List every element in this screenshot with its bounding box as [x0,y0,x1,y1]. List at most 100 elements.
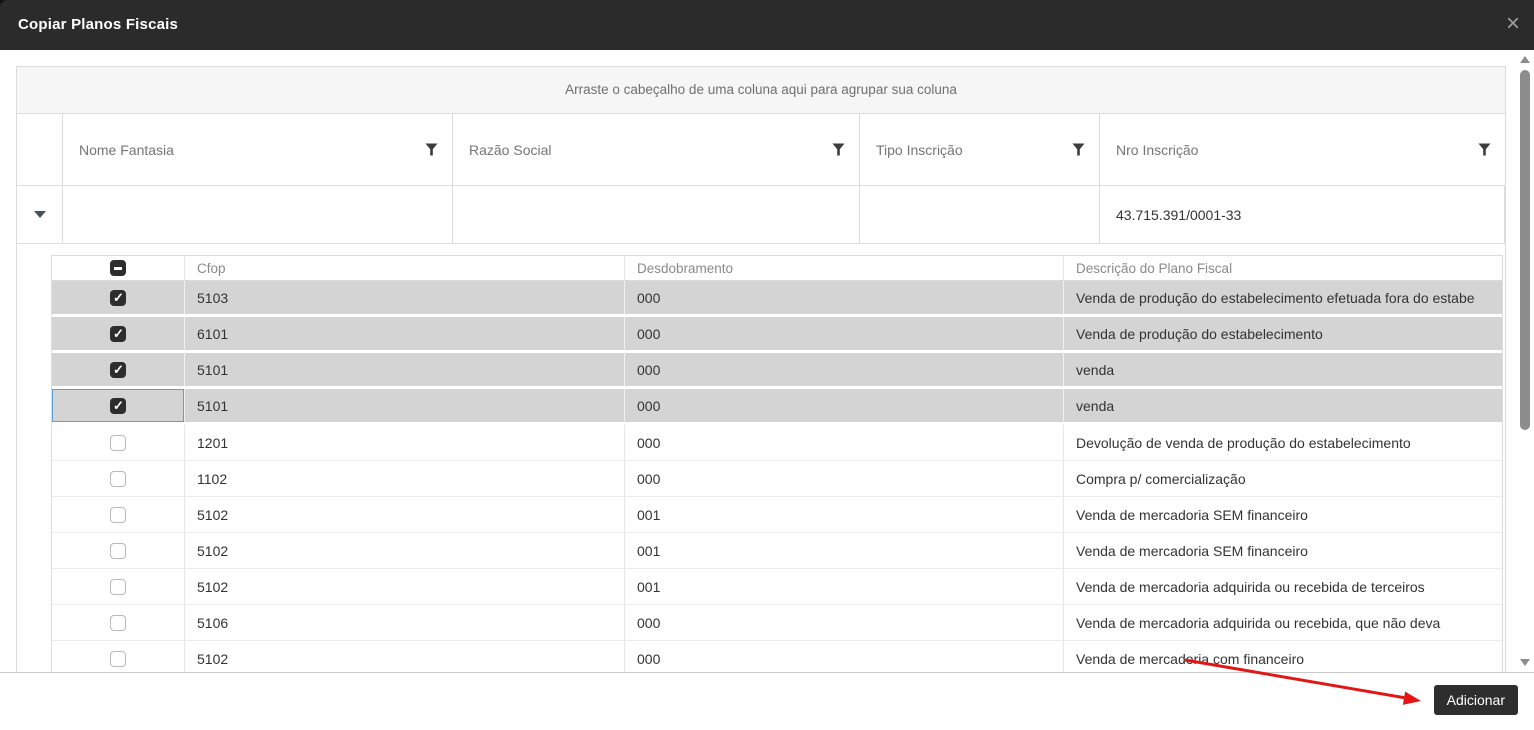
checkbox-unchecked[interactable] [110,471,126,487]
modal-scrollbar[interactable] [1519,52,1531,668]
table-row[interactable]: 5102001Venda de mercadoria adquirida ou … [52,569,1502,605]
descricao-cell: Venda de mercadoria adquirida ou recebid… [1064,605,1502,640]
column-header-razao-social[interactable]: Razão Social [453,114,860,185]
checkbox-unchecked[interactable] [110,579,126,595]
grid-header-row: Nome Fantasia Razão Social Tipo Inscriçã… [17,114,1505,186]
razao-social-cell [453,186,860,243]
table-row[interactable]: 6101000Venda de produção do estabelecime… [52,317,1502,353]
desdobramento-cell: 000 [625,281,1064,314]
desdobramento-cell: 000 [625,317,1064,350]
cfop-cell: 5103 [185,281,625,314]
close-icon[interactable]: × [1506,0,1520,48]
descricao-cell: Venda de mercadoria SEM financeiro [1064,497,1502,532]
column-header-desdobramento[interactable]: Desdobramento [625,256,1064,280]
table-row[interactable]: 5101000venda [52,353,1502,389]
filter-icon[interactable] [1072,143,1085,156]
column-header-nome-fantasia[interactable]: Nome Fantasia [63,114,453,185]
row-checkbox-cell[interactable] [52,425,185,460]
column-label: Tipo Inscrição [876,142,1072,158]
row-checkbox-cell[interactable] [52,281,185,314]
filter-icon[interactable] [1478,143,1491,156]
adicionar-button[interactable]: Adicionar [1434,685,1518,715]
table-row[interactable]: 5101000venda [52,389,1502,425]
column-label: Razão Social [469,142,832,158]
nro-inscricao-value: 43.715.391/0001-33 [1116,207,1241,223]
row-checkbox-cell[interactable] [52,497,185,532]
expand-column-header [17,114,63,185]
group-by-hint: Arraste o cabeçalho de uma coluna aqui p… [565,82,957,97]
nro-inscricao-cell: 43.715.391/0001-33 [1100,186,1505,243]
checkbox-checked[interactable] [110,398,126,414]
desdobramento-cell: 001 [625,569,1064,604]
cfop-cell: 1201 [185,425,625,460]
scroll-up-icon[interactable] [1520,56,1530,63]
checkbox-unchecked[interactable] [110,615,126,631]
filter-icon[interactable] [832,143,845,156]
collapse-row-icon[interactable] [34,211,46,218]
row-checkbox-cell[interactable] [52,641,185,672]
modal-title: Copiar Planos Fiscais [18,0,178,50]
checkbox-unchecked[interactable] [110,507,126,523]
table-row[interactable]: 5102000Venda de mercadoria com financeir… [52,641,1502,672]
scrollbar-thumb[interactable] [1520,70,1530,430]
cfop-cell: 6101 [185,317,625,350]
checkbox-checked[interactable] [110,362,126,378]
collapse-row-cell[interactable] [17,186,63,243]
select-all-checkbox[interactable] [110,260,126,276]
cfop-cell: 5101 [185,353,625,386]
planos-fiscais-grid: Cfop Desdobramento Descrição do Plano Fi… [51,255,1503,672]
checkbox-unchecked[interactable] [110,651,126,667]
scroll-down-icon[interactable] [1520,659,1530,666]
row-checkbox-cell[interactable] [52,389,185,422]
desdobramento-cell: 000 [625,389,1064,422]
row-checkbox-cell[interactable] [52,353,185,386]
detail-grid-rows: 5103000Venda de produção do estabelecime… [52,281,1502,672]
column-header-nro-inscricao[interactable]: Nro Inscrição [1100,114,1505,185]
descricao-cell: Venda de produção do estabelecimento efe… [1064,281,1502,314]
descricao-cell: venda [1064,353,1502,386]
filter-icon[interactable] [425,143,438,156]
table-row[interactable]: 1201000Devolução de venda de produção do… [52,425,1502,461]
cfop-cell: 5106 [185,605,625,640]
desdobramento-cell: 000 [625,641,1064,672]
row-checkbox-cell[interactable] [52,605,185,640]
checkbox-unchecked[interactable] [110,543,126,559]
column-header-cfop[interactable]: Cfop [185,256,625,280]
table-row[interactable]: 5102001Venda de mercadoria SEM financeir… [52,497,1502,533]
descricao-cell: Devolução de venda de produção do estabe… [1064,425,1502,460]
cfop-cell: 5101 [185,389,625,422]
cfop-cell: 1102 [185,461,625,496]
checkbox-checked[interactable] [110,326,126,342]
row-checkbox-cell[interactable] [52,461,185,496]
desdobramento-cell: 001 [625,533,1064,568]
table-row[interactable]: 5106000Venda de mercadoria adquirida ou … [52,605,1502,641]
select-all-cell[interactable] [52,256,185,280]
checkbox-unchecked[interactable] [110,435,126,451]
modal-body: Arraste o cabeçalho de uma coluna aqui p… [0,50,1534,672]
row-checkbox-cell[interactable] [52,569,185,604]
tipo-inscricao-cell [860,186,1100,243]
desdobramento-cell: 000 [625,353,1064,386]
master-detail-section: Cfop Desdobramento Descrição do Plano Fi… [16,244,1506,672]
cfop-cell: 5102 [185,641,625,672]
descricao-cell: Compra p/ comercialização [1064,461,1502,496]
table-row[interactable]: 1102000Compra p/ comercialização [52,461,1502,497]
column-header-tipo-inscricao[interactable]: Tipo Inscrição [860,114,1100,185]
table-row[interactable]: 5103000Venda de produção do estabelecime… [52,281,1502,317]
modal-titlebar: Copiar Planos Fiscais × [0,0,1534,50]
column-header-descricao[interactable]: Descrição do Plano Fiscal [1064,256,1502,280]
companies-grid: Arraste o cabeçalho de uma coluna aqui p… [16,66,1506,244]
table-row[interactable]: 5102001Venda de mercadoria SEM financeir… [52,533,1502,569]
descricao-cell: Venda de mercadoria adquirida ou recebid… [1064,569,1502,604]
row-checkbox-cell[interactable] [52,533,185,568]
descricao-cell: venda [1064,389,1502,422]
nome-fantasia-cell [63,186,453,243]
detail-grid-header-row: Cfop Desdobramento Descrição do Plano Fi… [52,256,1502,281]
checkbox-checked[interactable] [110,290,126,306]
desdobramento-cell: 000 [625,461,1064,496]
company-row[interactable]: 43.715.391/0001-33 [17,186,1505,243]
group-by-panel[interactable]: Arraste o cabeçalho de uma coluna aqui p… [17,67,1505,114]
descricao-cell: Venda de produção do estabelecimento [1064,317,1502,350]
row-checkbox-cell[interactable] [52,317,185,350]
desdobramento-cell: 000 [625,425,1064,460]
